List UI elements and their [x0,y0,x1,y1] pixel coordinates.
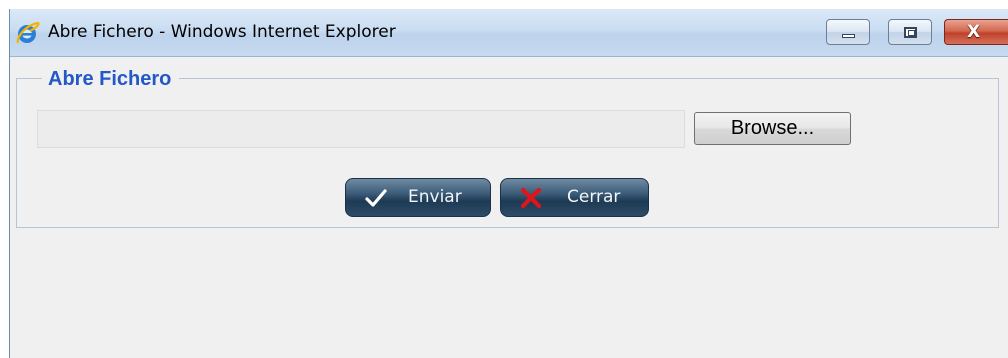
internet-explorer-icon [16,21,40,45]
checkmark-icon [364,186,388,210]
enviar-button[interactable]: Enviar [345,178,491,217]
window-title: Abre Fichero - Windows Internet Explorer [48,22,396,42]
browse-button[interactable]: Browse... [694,112,851,145]
fieldset-legend: Abre Fichero [42,66,180,92]
red-x-icon [519,186,543,210]
maximize-icon [904,27,917,38]
file-path-input[interactable] [37,110,685,148]
title-bar[interactable]: Abre Fichero - Windows Internet Explorer… [10,9,1008,57]
cerrar-button[interactable]: Cerrar [500,178,649,217]
close-button[interactable]: X [944,19,1008,45]
minimize-icon [842,34,855,38]
close-icon: X [967,22,981,42]
maximize-button[interactable] [888,19,932,45]
enviar-label: Enviar [408,187,462,207]
minimize-button[interactable] [826,19,870,45]
cerrar-label: Cerrar [567,187,621,207]
